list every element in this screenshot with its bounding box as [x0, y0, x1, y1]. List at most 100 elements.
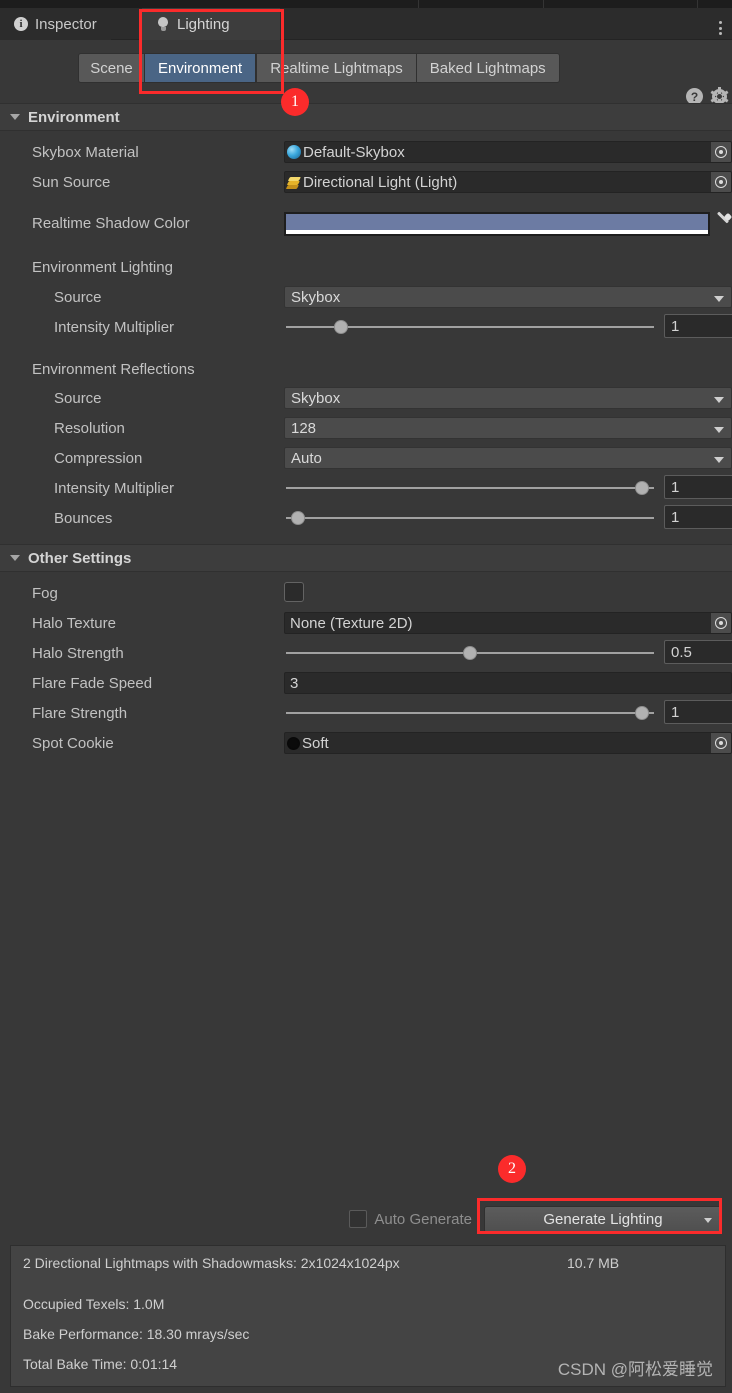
value-spot-cookie: Soft [302, 734, 329, 752]
generate-lighting-button[interactable]: Generate Lighting [484, 1205, 722, 1233]
stat-bake-performance: Bake Performance: 18.30 mrays/sec [23, 1326, 250, 1342]
row-flare-fade-speed: Flare Fade Speed 3 [0, 668, 732, 698]
dropdown-reflections-compression[interactable]: Auto [284, 447, 732, 469]
slider-reflections-bounces[interactable] [284, 507, 658, 529]
slider-halo-strength[interactable] [284, 642, 658, 664]
label-environment-reflections: Environment Reflections [32, 360, 195, 378]
value-halo-texture: None (Texture 2D) [290, 614, 413, 632]
label-fog: Fog [32, 584, 58, 602]
label-flare-strength: Flare Strength [32, 704, 128, 722]
subtab-environment-label: Environment [158, 59, 243, 77]
window-tab-bar: i Inspector Lighting [0, 8, 732, 40]
slider-reflections-intensity[interactable] [284, 477, 658, 499]
stat-total-bake-time: Total Bake Time: 0:01:14 [23, 1356, 178, 1372]
field-sun-source[interactable]: Directional Light (Light) [284, 171, 732, 193]
label-reflections-intensity: Intensity Multiplier [54, 479, 175, 497]
field-spot-cookie[interactable]: Soft [284, 732, 732, 754]
label-spot-cookie: Spot Cookie [32, 734, 114, 752]
field-skybox-material[interactable]: Default-Skybox [284, 141, 732, 163]
subtab-environment[interactable]: Environment [144, 53, 257, 83]
input-flare-strength[interactable]: 1 [664, 700, 732, 724]
kebab-menu-icon[interactable] [719, 16, 722, 40]
slider-knob[interactable] [634, 706, 649, 720]
input-reflections-intensity[interactable]: 1 [664, 475, 732, 499]
chevron-down-icon [714, 397, 724, 403]
value-reflections-source: Skybox [291, 389, 341, 407]
value-halo-strength: 0.5 [671, 643, 692, 661]
tab-inspector[interactable]: i Inspector [0, 8, 111, 40]
subtab-scene[interactable]: Scene [78, 53, 144, 83]
dropdown-env-lighting-source[interactable]: Skybox [284, 286, 732, 308]
label-env-lighting-intensity: Intensity Multiplier [54, 318, 175, 336]
slider-env-lighting-intensity[interactable] [284, 316, 658, 338]
label-halo-strength: Halo Strength [32, 644, 124, 662]
value-reflections-compression: Auto [291, 449, 322, 467]
object-picker-icon[interactable] [711, 613, 731, 633]
label-reflections-bounces: Bounces [54, 509, 113, 527]
object-picker-icon[interactable] [711, 172, 731, 192]
cookie-circle-icon [287, 736, 300, 750]
subtab-realtime-lightmaps[interactable]: Realtime Lightmaps [256, 53, 416, 83]
generate-lighting-label: Generate Lighting [543, 1210, 663, 1228]
annotation-badge-1: 1 [281, 88, 309, 116]
row-env-lighting-source: Source Skybox [0, 282, 732, 312]
color-swatch [286, 214, 708, 231]
row-halo-texture: Halo Texture None (Texture 2D) [0, 608, 732, 638]
dropdown-reflections-source[interactable]: Skybox [284, 387, 732, 409]
tab-lighting-label: Lighting [177, 15, 230, 33]
object-picker-icon[interactable] [711, 733, 731, 753]
checkbox-auto-generate[interactable] [349, 1210, 368, 1228]
slider-knob[interactable] [334, 320, 349, 334]
lighting-stats-panel: 2 Directional Lightmaps with Shadowmasks… [10, 1245, 726, 1387]
light-icon [286, 175, 301, 189]
subtab-baked-lightmaps[interactable]: Baked Lightmaps [415, 53, 560, 83]
input-halo-strength[interactable]: 0.5 [664, 640, 732, 664]
watermark: CSDN @阿松爱睡觉 [557, 1360, 713, 1379]
subtab-baked-label: Baked Lightmaps [429, 59, 546, 77]
slider-knob[interactable] [634, 481, 649, 495]
slider-knob[interactable] [291, 511, 306, 525]
slider-track [286, 712, 654, 714]
tab-lighting[interactable]: Lighting [142, 8, 280, 40]
row-skybox-material: Skybox Material Default-Skybox [0, 137, 732, 167]
foldout-triangle-icon [10, 114, 20, 120]
value-reflections-resolution: 128 [291, 419, 317, 437]
section-title-environment: Environment [28, 108, 120, 126]
label-reflections-source: Source [54, 389, 102, 407]
dropdown-reflections-resolution[interactable]: 128 [284, 417, 732, 439]
label-skybox-material: Skybox Material [32, 143, 139, 161]
stat-lightmaps-size: 10.7 MB [567, 1255, 620, 1271]
section-header-other-settings[interactable]: Other Settings [0, 544, 732, 572]
field-halo-texture[interactable]: None (Texture 2D) [284, 612, 732, 634]
row-env-lighting-intensity: Intensity Multiplier 1 [0, 312, 732, 342]
eyedropper-icon[interactable] [714, 211, 732, 234]
slider-flare-strength[interactable] [284, 702, 658, 724]
subtab-scene-label: Scene [90, 59, 133, 77]
subtab-group: Scene Environment Realtime Lightmaps Bak… [78, 53, 560, 83]
stat-lightmaps: 2 Directional Lightmaps with Shadowmasks… [23, 1255, 400, 1271]
value-flare-strength: 1 [671, 703, 680, 721]
group-environment-lighting: Environment Lighting [0, 252, 732, 282]
chevron-down-icon[interactable] [704, 1217, 712, 1223]
label-env-lighting-source: Source [54, 288, 102, 306]
label-sun-source: Sun Source [32, 173, 111, 191]
lighting-subtab-bar: Scene Environment Realtime Lightmaps Bak… [0, 40, 732, 106]
row-sun-source: Sun Source Directional Light (Light) [0, 167, 732, 197]
label-flare-fade-speed: Flare Fade Speed [32, 674, 153, 692]
chevron-down-icon [714, 427, 724, 433]
chevron-down-icon [714, 457, 724, 463]
row-spot-cookie: Spot Cookie Soft [0, 728, 732, 758]
object-picker-icon[interactable] [711, 142, 731, 162]
slider-knob[interactable] [463, 646, 477, 660]
input-flare-fade-speed[interactable]: 3 [284, 672, 732, 694]
field-realtime-shadow-color[interactable] [284, 212, 710, 236]
row-reflections-intensity: Intensity Multiplier 1 [0, 473, 732, 503]
label-environment-lighting: Environment Lighting [32, 258, 173, 276]
info-icon: i [14, 17, 28, 31]
label-halo-texture: Halo Texture [32, 614, 116, 632]
tab-inspector-label: Inspector [35, 15, 97, 33]
checkbox-fog[interactable] [284, 582, 304, 602]
input-reflections-bounces[interactable]: 1 [664, 505, 732, 529]
input-env-lighting-intensity[interactable]: 1 [664, 314, 732, 338]
section-header-environment[interactable]: Environment [0, 103, 732, 131]
